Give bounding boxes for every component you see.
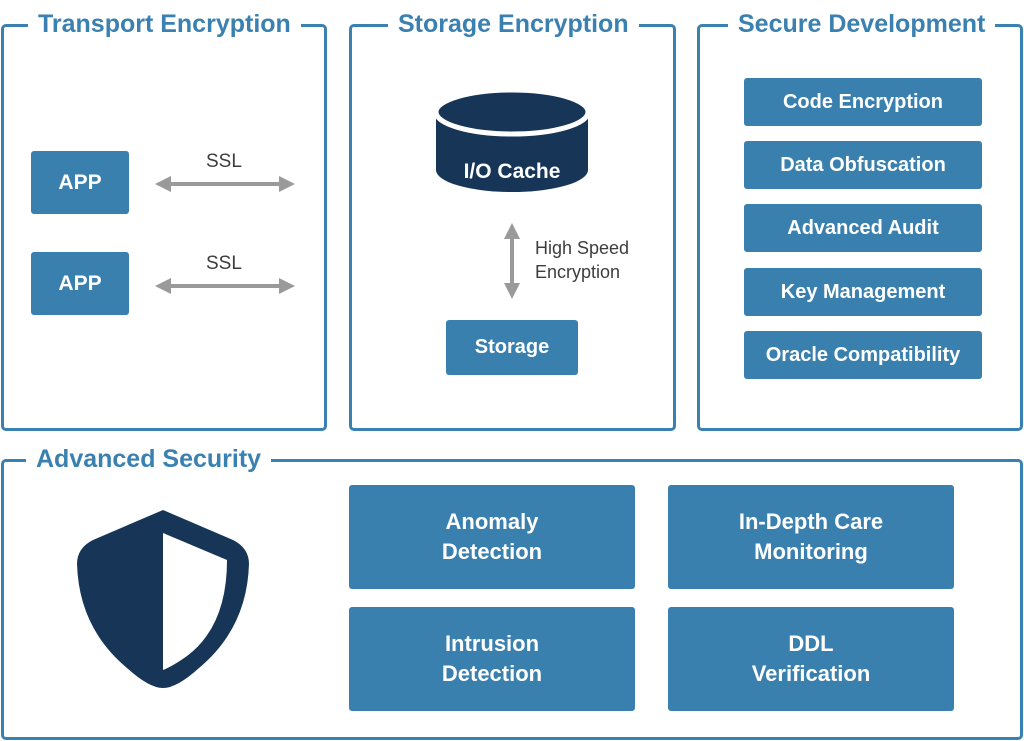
secure-dev-item-advanced-audit: Advanced Audit — [744, 204, 982, 252]
storage-box: Storage — [446, 320, 578, 375]
encryption-label: Encryption — [535, 262, 621, 282]
app-box-2: APP — [31, 252, 129, 315]
vertical-arrow-icon — [504, 223, 520, 299]
high-speed-label: High Speed — [535, 238, 630, 258]
item-label: Key Management — [780, 280, 946, 303]
secure-development-title: Secure Development — [728, 8, 996, 40]
ssl-arrow-2-icon — [155, 278, 295, 294]
storage-encryption-title: Storage Encryption — [388, 8, 639, 40]
secure-dev-item-data-obfuscation: Data Obfuscation — [744, 141, 982, 189]
io-cache-label: I/O Cache — [463, 160, 561, 183]
item-label-line1: DDL — [788, 631, 834, 656]
ssl-label-2: SSL — [206, 253, 242, 274]
ssl-label-1: SSL — [206, 151, 242, 172]
app-box-1: APP — [31, 151, 129, 214]
item-label-line1: Anomaly — [445, 509, 539, 534]
advanced-security-title: Advanced Security — [26, 443, 272, 475]
in-depth-care-monitoring-box: In-Depth Care Monitoring — [668, 485, 954, 589]
item-label: Data Obfuscation — [780, 153, 946, 176]
secure-dev-item-code-encryption: Code Encryption — [744, 78, 982, 126]
item-label-line2: Monitoring — [754, 539, 868, 564]
item-label: Advanced Audit — [787, 216, 939, 239]
item-label-line1: In-Depth Care — [738, 509, 884, 534]
app-label: APP — [58, 170, 102, 194]
intrusion-detection-box: Intrusion Detection — [349, 607, 635, 711]
transport-encryption-title: Transport Encryption — [28, 8, 301, 40]
secure-dev-item-key-management: Key Management — [744, 268, 982, 316]
anomaly-detection-box: Anomaly Detection — [349, 485, 635, 589]
transport-encryption-panel: Transport Encryption — [1, 8, 327, 431]
app-label: APP — [58, 271, 102, 295]
item-label-line2: Detection — [441, 661, 543, 686]
item-label-line2: Verification — [751, 661, 871, 686]
item-label-line2: Detection — [441, 539, 543, 564]
ddl-verification-box: DDL Verification — [668, 607, 954, 711]
item-label-line1: Intrusion — [444, 631, 540, 656]
item-label: Oracle Compatibility — [765, 343, 961, 366]
item-label: Code Encryption — [782, 90, 943, 113]
ssl-arrow-1-icon — [155, 176, 295, 192]
storage-label: Storage — [474, 336, 550, 358]
shield-icon — [77, 510, 249, 688]
secure-dev-item-oracle-compatibility: Oracle Compatibility — [744, 331, 982, 379]
